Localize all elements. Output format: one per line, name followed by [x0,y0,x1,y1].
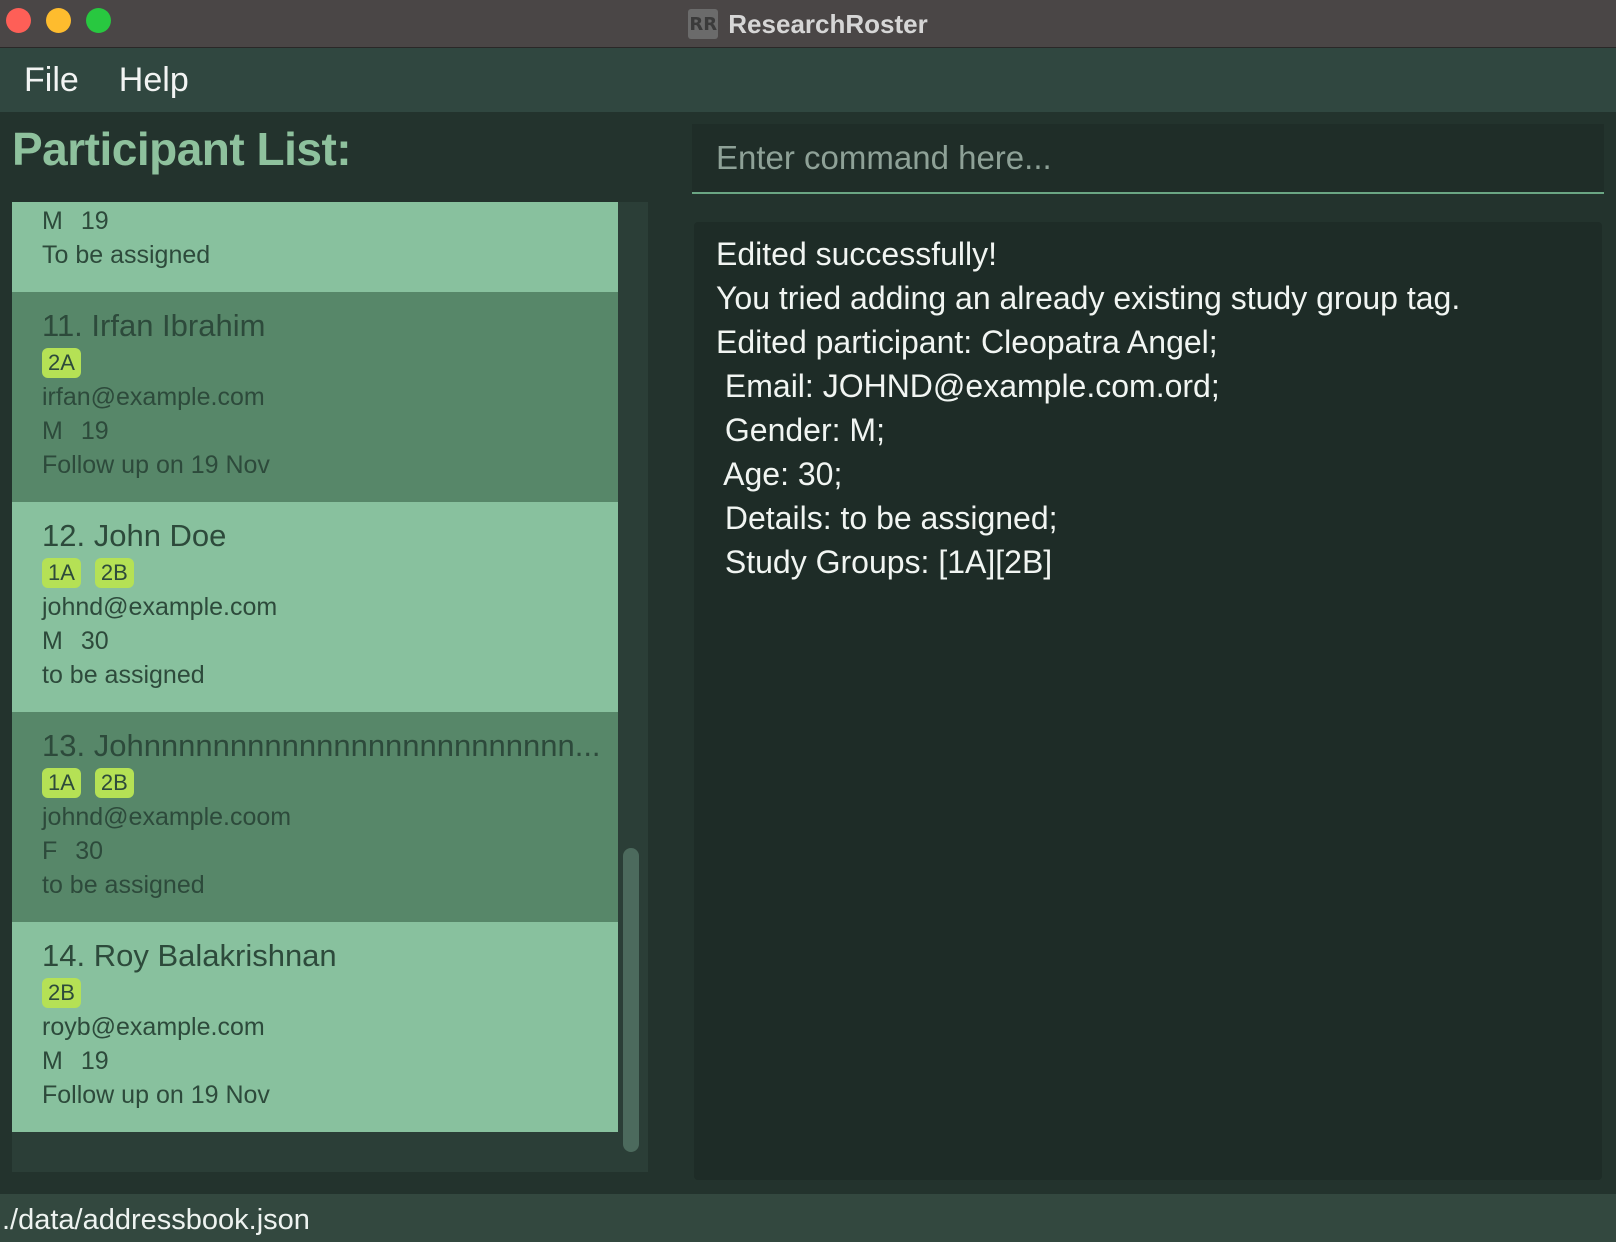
participant-list-title: Participant List: [12,123,352,175]
study-group-tags: 1A 2B [42,556,618,590]
study-group-tags: 2B [42,976,618,1010]
result-line: You tried adding an already existing stu… [716,280,1461,316]
result-line: Age: 30; [716,456,843,492]
participant-list[interactable]: 1Blidavid@example.comM19To be assigned11… [12,202,648,1172]
participant-card[interactable]: 1Blidavid@example.comM19To be assigned [12,202,618,292]
result-line: Edited participant: Cleopatra Angel; [716,324,1218,360]
result-display: Edited successfully! You tried adding an … [694,222,1602,1180]
scrollbar-thumb[interactable] [623,848,639,1152]
participant-email: irfan@example.com [42,383,265,411]
study-group-tag: 2B [94,558,134,588]
participant-details: To be assigned [42,241,211,269]
participant-age: 19 [80,207,109,235]
window-titlebar: RR ResearchRoster [0,0,1616,48]
participant-gender-age: M 19 [42,204,618,238]
study-group-tag: 1A [42,558,81,588]
study-group-tag: 1A [42,768,81,798]
participant-details: to be assigned [42,661,205,689]
window-title-group: RR ResearchRoster [0,0,1616,48]
participant-name: 14. Roy Balakrishnan [42,938,337,973]
result-line: Gender: M; [716,412,885,448]
participant-email: johnd@example.coom [42,803,292,831]
participant-card[interactable]: 14. Roy Balakrishnan 2B royb@example.com M 1… [12,922,618,1132]
command-input[interactable] [714,138,1582,178]
participant-gender: M [42,417,63,445]
participant-email: johnd@example.com [42,593,278,621]
participant-name: 11. Irfan Ibrahim [42,308,266,343]
participant-name: 12. John Doe [42,518,227,553]
participant-list-scrollbar[interactable] [620,202,642,1172]
participant-gender-age: M 19 [42,1044,618,1078]
status-bar-save-location: ./data/addressbook.json [0,1194,1616,1242]
participant-card[interactable]: 11. Irfan Ibrahim 2A irfan@example.com M 19 F… [12,292,618,502]
participant-email: royb@example.com [42,1013,265,1041]
participant-card[interactable]: 12. John Doe 1A 2B johnd@example.com M 30 to b… [12,502,618,712]
participant-name: 13. Johnnnnnnnnnnnnnnnnnnnnnnnnn... [42,728,601,763]
participant-details: to be assigned [42,871,205,899]
participant-details: Follow up on 19 Nov [42,451,270,479]
participant-gender-age: F 30 [42,834,618,868]
window-title: ResearchRoster [728,8,928,39]
participant-age: 19 [80,1047,109,1075]
participant-age: 30 [75,837,104,865]
menu-help[interactable]: Help [119,61,189,100]
study-group-tags: 2A [42,346,618,380]
result-line: Edited successfully! [716,236,998,272]
participant-list-content: 1Blidavid@example.comM19To be assigned11… [12,202,618,1132]
participant-age: 19 [80,417,109,445]
study-group-tag: 2B [94,768,134,798]
main-area: Participant List: 1Blidavid@example.comM… [0,112,1616,1194]
result-line: Study Groups: [1A][2B] [716,544,1053,580]
app-logo-icon: RR [688,9,719,39]
study-group-tags: 1A 2B [42,766,618,800]
participant-age: 30 [80,627,109,655]
study-group-tag: 2A [42,348,81,378]
participant-gender: M [42,1047,63,1075]
participant-gender-age: M 30 [42,624,618,658]
menu-bar: File Help [0,48,1616,112]
participant-details: Follow up on 19 Nov [42,1081,270,1109]
menu-file[interactable]: File [24,61,79,100]
command-box [692,124,1604,194]
participant-gender: F [42,837,58,865]
participant-gender-age: M 19 [42,414,618,448]
participant-gender: M [42,627,63,655]
participant-card[interactable]: 13. Johnnnnnnnnnnnnnnnnnnnnnnnnn... 1A 2B j… [12,712,618,922]
study-group-tag: 2B [42,978,81,1008]
participant-gender: M [42,207,63,235]
result-line: Details: to be assigned; [716,500,1058,536]
result-line: Email: JOHND@example.com.ord; [716,368,1220,404]
